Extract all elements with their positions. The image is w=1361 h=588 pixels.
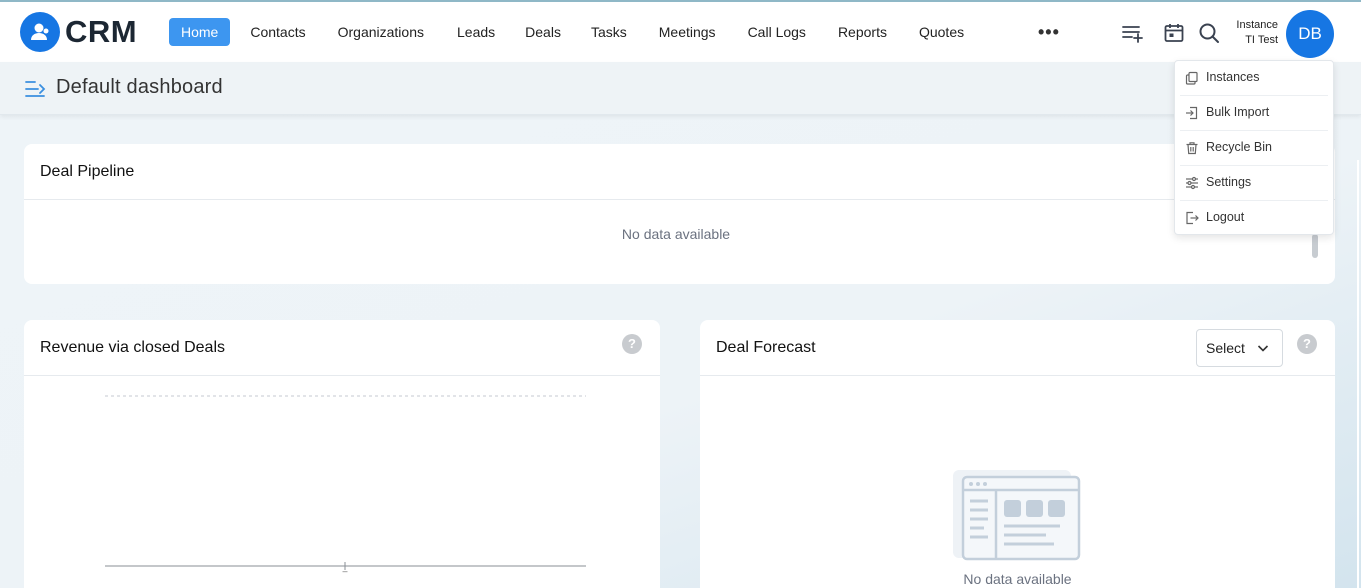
card-header: Deal Forecast Select ?	[700, 320, 1335, 376]
help-icon[interactable]: ?	[1297, 334, 1317, 354]
brand-logo[interactable]: CRM	[20, 12, 137, 52]
menu-item-label: Instances	[1206, 70, 1260, 84]
page-header: Default dashboard	[0, 62, 1361, 115]
nav-reports[interactable]: Reports	[826, 18, 899, 46]
chart-x-tick-label: –	[342, 566, 348, 576]
card-title: Deal Forecast	[716, 339, 816, 356]
nav-deals[interactable]: Deals	[513, 18, 573, 46]
chevron-down-icon	[1257, 345, 1269, 352]
menu-item-label: Bulk Import	[1206, 105, 1270, 119]
user-circle-icon	[20, 12, 60, 52]
empty-state-illustration-icon	[953, 470, 1081, 561]
calendar-icon[interactable]	[1162, 21, 1186, 45]
scrollbar-thumb[interactable]	[1312, 234, 1318, 258]
forecast-select[interactable]: Select	[1196, 329, 1283, 367]
menu-item-bulk-import[interactable]: Bulk Import	[1180, 96, 1328, 131]
top-navbar: CRM Home Contacts Organizations Leads De…	[0, 0, 1361, 62]
empty-state-text: No data available	[963, 571, 1072, 587]
nav-meetings[interactable]: Meetings	[647, 18, 728, 46]
card-header: Deal Pipeline	[24, 144, 1335, 200]
card-title: Deal Pipeline	[40, 163, 135, 180]
revenue-card: Revenue via closed Deals ? –	[24, 320, 660, 588]
instance-title: Instance	[1236, 19, 1278, 31]
deal-pipeline-card: Deal Pipeline No data available	[24, 144, 1335, 284]
deal-forecast-card: Deal Forecast Select ? No data available	[700, 320, 1335, 588]
select-value: Select	[1206, 340, 1245, 356]
copy-icon	[1185, 71, 1198, 85]
menu-item-logout[interactable]: Logout	[1180, 201, 1328, 236]
instance-name: TI Test	[1245, 34, 1278, 46]
main-nav: Home Contacts Organizations Leads Deals …	[169, 18, 984, 46]
menu-item-settings[interactable]: Settings	[1180, 166, 1328, 201]
more-menu-icon[interactable]: •••	[1038, 22, 1060, 42]
nav-organizations[interactable]: Organizations	[326, 18, 436, 46]
help-icon[interactable]: ?	[622, 334, 642, 354]
sidebar-toggle-icon[interactable]	[25, 80, 47, 103]
card-header: Revenue via closed Deals ?	[24, 320, 660, 376]
nav-home[interactable]: Home	[169, 18, 231, 46]
avatar[interactable]: DB	[1286, 10, 1334, 58]
add-list-icon[interactable]	[1121, 21, 1145, 45]
brand-name: CRM	[65, 14, 138, 49]
menu-item-label: Logout	[1206, 210, 1245, 224]
trash-icon	[1186, 142, 1198, 155]
menu-item-label: Recycle Bin	[1206, 140, 1272, 154]
menu-item-recycle-bin[interactable]: Recycle Bin	[1180, 131, 1328, 166]
menu-item-instances[interactable]: Instances	[1180, 61, 1328, 96]
page-title: Default dashboard	[56, 76, 223, 98]
import-icon	[1186, 106, 1198, 120]
card-title: Revenue via closed Deals	[40, 339, 225, 356]
nav-leads[interactable]: Leads	[445, 18, 507, 46]
nav-quotes[interactable]: Quotes	[907, 18, 976, 46]
revenue-chart	[105, 395, 586, 570]
instance-label[interactable]: Instance TI Test	[1218, 18, 1278, 48]
menu-item-label: Settings	[1206, 175, 1252, 189]
nav-call-logs[interactable]: Call Logs	[736, 18, 818, 46]
empty-state-text: No data available	[621, 226, 731, 242]
logout-icon	[1186, 211, 1199, 225]
nav-contacts[interactable]: Contacts	[238, 18, 317, 46]
nav-tasks[interactable]: Tasks	[579, 18, 639, 46]
window-edge	[1357, 160, 1359, 588]
sliders-icon	[1186, 176, 1198, 190]
user-dropdown-menu: Instances Bulk Import Recycle Bin Settin…	[1174, 60, 1334, 235]
